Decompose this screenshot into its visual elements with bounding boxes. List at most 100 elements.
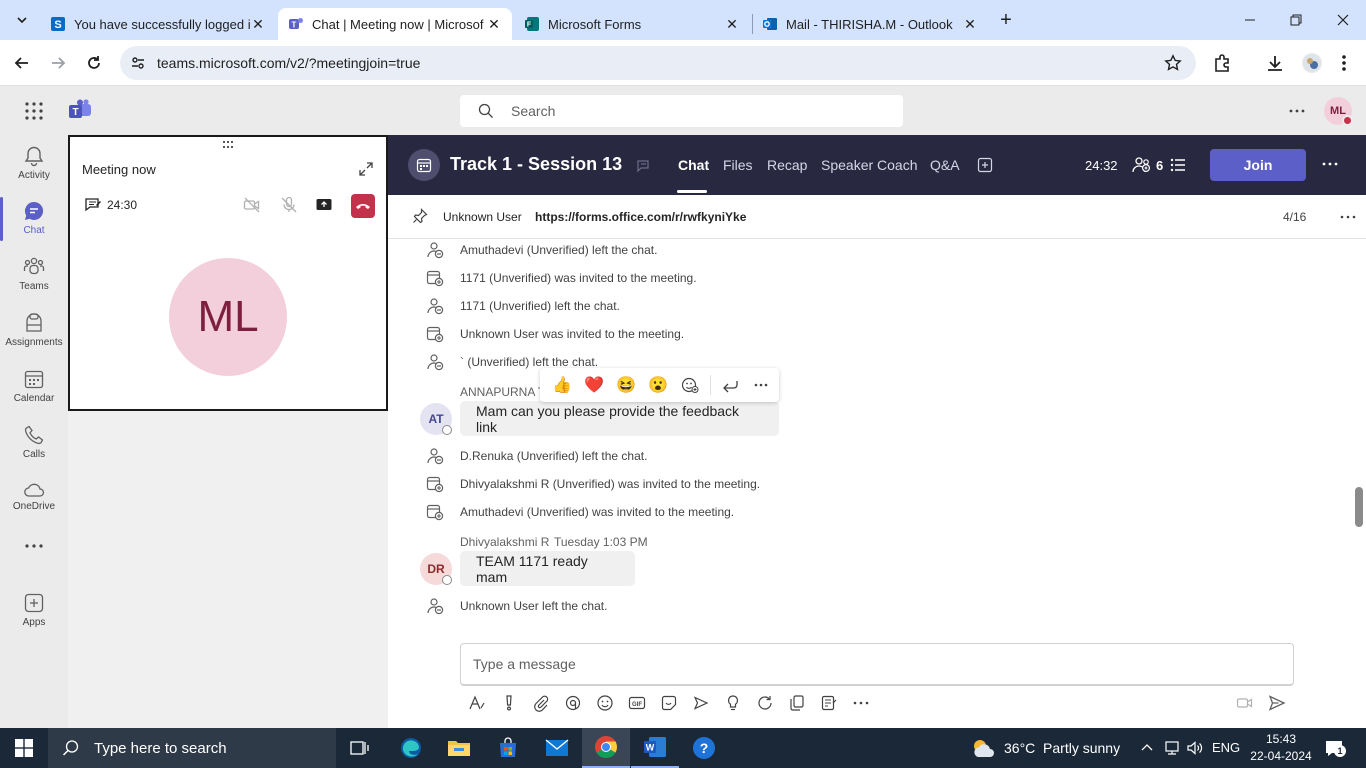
participants-button[interactable]: 6	[1132, 156, 1163, 174]
browser-tab[interactable]: Mail - THIRISHA.M - Outlook ✕	[752, 8, 988, 40]
browser-menu-button[interactable]	[1336, 53, 1352, 73]
rail-item-more[interactable]	[0, 543, 68, 549]
close-icon[interactable]: ✕	[724, 16, 740, 33]
pinned-link[interactable]: https://forms.office.com/r/rwfkyniYke	[535, 210, 746, 224]
tab-recap[interactable]: Recap	[767, 157, 807, 173]
praise-icon[interactable]	[724, 694, 742, 712]
rail-item-assignments[interactable]: Assignments	[0, 312, 68, 348]
browser-tab[interactable]: S You have successfully logged i ✕	[40, 8, 276, 40]
reload-button[interactable]	[84, 53, 104, 73]
store-button[interactable]	[484, 728, 532, 768]
rail-item-apps[interactable]: Apps	[0, 592, 68, 628]
rail-label: Assignments	[5, 337, 63, 348]
file-explorer-button[interactable]	[435, 728, 483, 768]
reaction-heart-button[interactable]: ❤️	[578, 375, 610, 395]
rail-item-chat[interactable]: Chat	[0, 200, 68, 236]
close-window-button[interactable]	[1333, 10, 1353, 30]
more-reactions-button[interactable]	[674, 376, 706, 394]
restore-button[interactable]	[1286, 10, 1306, 30]
loop-refresh-icon[interactable]	[756, 694, 774, 712]
word-taskbar-button[interactable]: W	[631, 728, 679, 768]
rail-item-teams[interactable]: Teams	[0, 256, 68, 292]
back-button[interactable]	[12, 53, 32, 73]
reply-button[interactable]	[715, 376, 745, 394]
edit-name-button[interactable]	[636, 158, 652, 174]
expand-button[interactable]	[358, 161, 374, 177]
rail-item-calendar[interactable]: Calendar	[0, 368, 68, 404]
address-bar[interactable]: teams.microsoft.com/v2/?meetingjoin=true	[120, 46, 1196, 80]
hang-up-button[interactable]	[351, 194, 375, 218]
profile-button[interactable]	[1302, 53, 1322, 73]
settings-more-button[interactable]	[1288, 102, 1306, 120]
message-bubble[interactable]: Mam can you please provide the feedback …	[460, 401, 779, 436]
tab-qa[interactable]: Q&A	[930, 157, 960, 173]
tab-speaker-coach[interactable]: Speaker Coach	[821, 157, 918, 173]
taskbar-search[interactable]: Type here to search	[48, 728, 336, 768]
chrome-taskbar-button[interactable]	[582, 728, 630, 768]
loop-icon[interactable]	[564, 694, 582, 712]
task-view-button[interactable]	[336, 728, 384, 768]
reaction-like-button[interactable]: 👍	[546, 375, 578, 395]
start-button[interactable]	[0, 728, 48, 768]
compose-box[interactable]: Type a message	[460, 643, 1294, 686]
camera-toggle[interactable]	[243, 196, 261, 214]
rail-item-activity[interactable]: Activity	[0, 145, 68, 181]
minimize-button[interactable]	[1240, 10, 1260, 30]
help-taskbar-button[interactable]: ?	[680, 728, 728, 768]
downloads-button[interactable]	[1265, 53, 1285, 73]
gif-icon[interactable]: GIF	[628, 694, 646, 712]
important-icon[interactable]	[500, 694, 518, 712]
join-button[interactable]: Join	[1210, 149, 1306, 181]
mail-button[interactable]	[533, 728, 581, 768]
reaction-surprised-button[interactable]: 😮	[642, 375, 674, 395]
teams-search-box[interactable]: Search	[460, 95, 903, 127]
clock[interactable]: 15:43 22-04-2024	[1250, 731, 1312, 765]
pinned-more-button[interactable]	[1340, 209, 1356, 225]
reaction-laugh-button[interactable]: 😆	[610, 375, 642, 395]
extensions-button[interactable]	[1212, 53, 1232, 73]
star-icon[interactable]	[1164, 54, 1182, 72]
volume-button[interactable]	[1186, 739, 1204, 757]
send-icon[interactable]	[1268, 694, 1286, 712]
rail-item-onedrive[interactable]: OneDrive	[0, 482, 68, 512]
pinned-message-bar[interactable]: Unknown User https://forms.office.com/r/…	[388, 195, 1366, 239]
add-tab-button[interactable]	[977, 157, 993, 173]
rail-item-calls[interactable]: Calls	[0, 424, 68, 460]
chat-more-button[interactable]	[1322, 156, 1338, 172]
sticker-icon[interactable]	[660, 694, 678, 712]
forms-app-icon[interactable]	[820, 694, 838, 712]
weather-widget[interactable]: 36°C Partly sunny	[970, 728, 1120, 768]
attach-icon[interactable]	[532, 694, 550, 712]
tab-chat[interactable]: Chat	[678, 157, 709, 173]
rail-label: Teams	[19, 281, 49, 292]
edge-taskbar-button[interactable]	[387, 728, 435, 768]
browser-tab[interactable]: F Microsoft Forms ✕	[514, 8, 750, 40]
message-more-button[interactable]	[745, 377, 777, 393]
forward-button[interactable]	[48, 53, 68, 73]
app-launcher-button[interactable]	[24, 101, 44, 121]
network-button[interactable]	[1163, 739, 1181, 757]
share-button[interactable]	[315, 196, 333, 214]
more-horizontal-icon[interactable]	[852, 694, 870, 712]
format-icon[interactable]	[468, 694, 486, 712]
schedule-meeting-icon[interactable]	[692, 694, 710, 712]
input-language[interactable]: ENG	[1212, 740, 1240, 755]
drag-handle[interactable]	[222, 140, 234, 150]
list-view-button[interactable]	[1170, 157, 1186, 173]
video-clip-icon[interactable]	[1236, 694, 1254, 712]
copy-icon[interactable]	[788, 694, 806, 712]
chat-scrollbar-thumb[interactable]	[1355, 487, 1363, 527]
meeting-mini-window[interactable]: Meeting now 24:30 ML	[68, 135, 388, 411]
tab-files[interactable]: Files	[723, 157, 753, 173]
close-icon[interactable]: ✕	[250, 16, 266, 33]
new-tab-button[interactable]: +	[996, 10, 1016, 30]
tab-search-button[interactable]	[12, 10, 32, 30]
emoji-icon[interactable]	[596, 694, 614, 712]
close-icon[interactable]: ✕	[962, 16, 978, 33]
notifications-button[interactable]: 1	[1324, 738, 1346, 758]
mic-toggle[interactable]	[280, 196, 298, 214]
message-bubble[interactable]: TEAM 1171 ready mam	[460, 551, 635, 586]
tray-overflow-button[interactable]	[1140, 740, 1154, 754]
browser-tab-active[interactable]: T Chat | Meeting now | Microsof ✕	[278, 8, 512, 40]
close-icon[interactable]: ✕	[486, 16, 502, 33]
